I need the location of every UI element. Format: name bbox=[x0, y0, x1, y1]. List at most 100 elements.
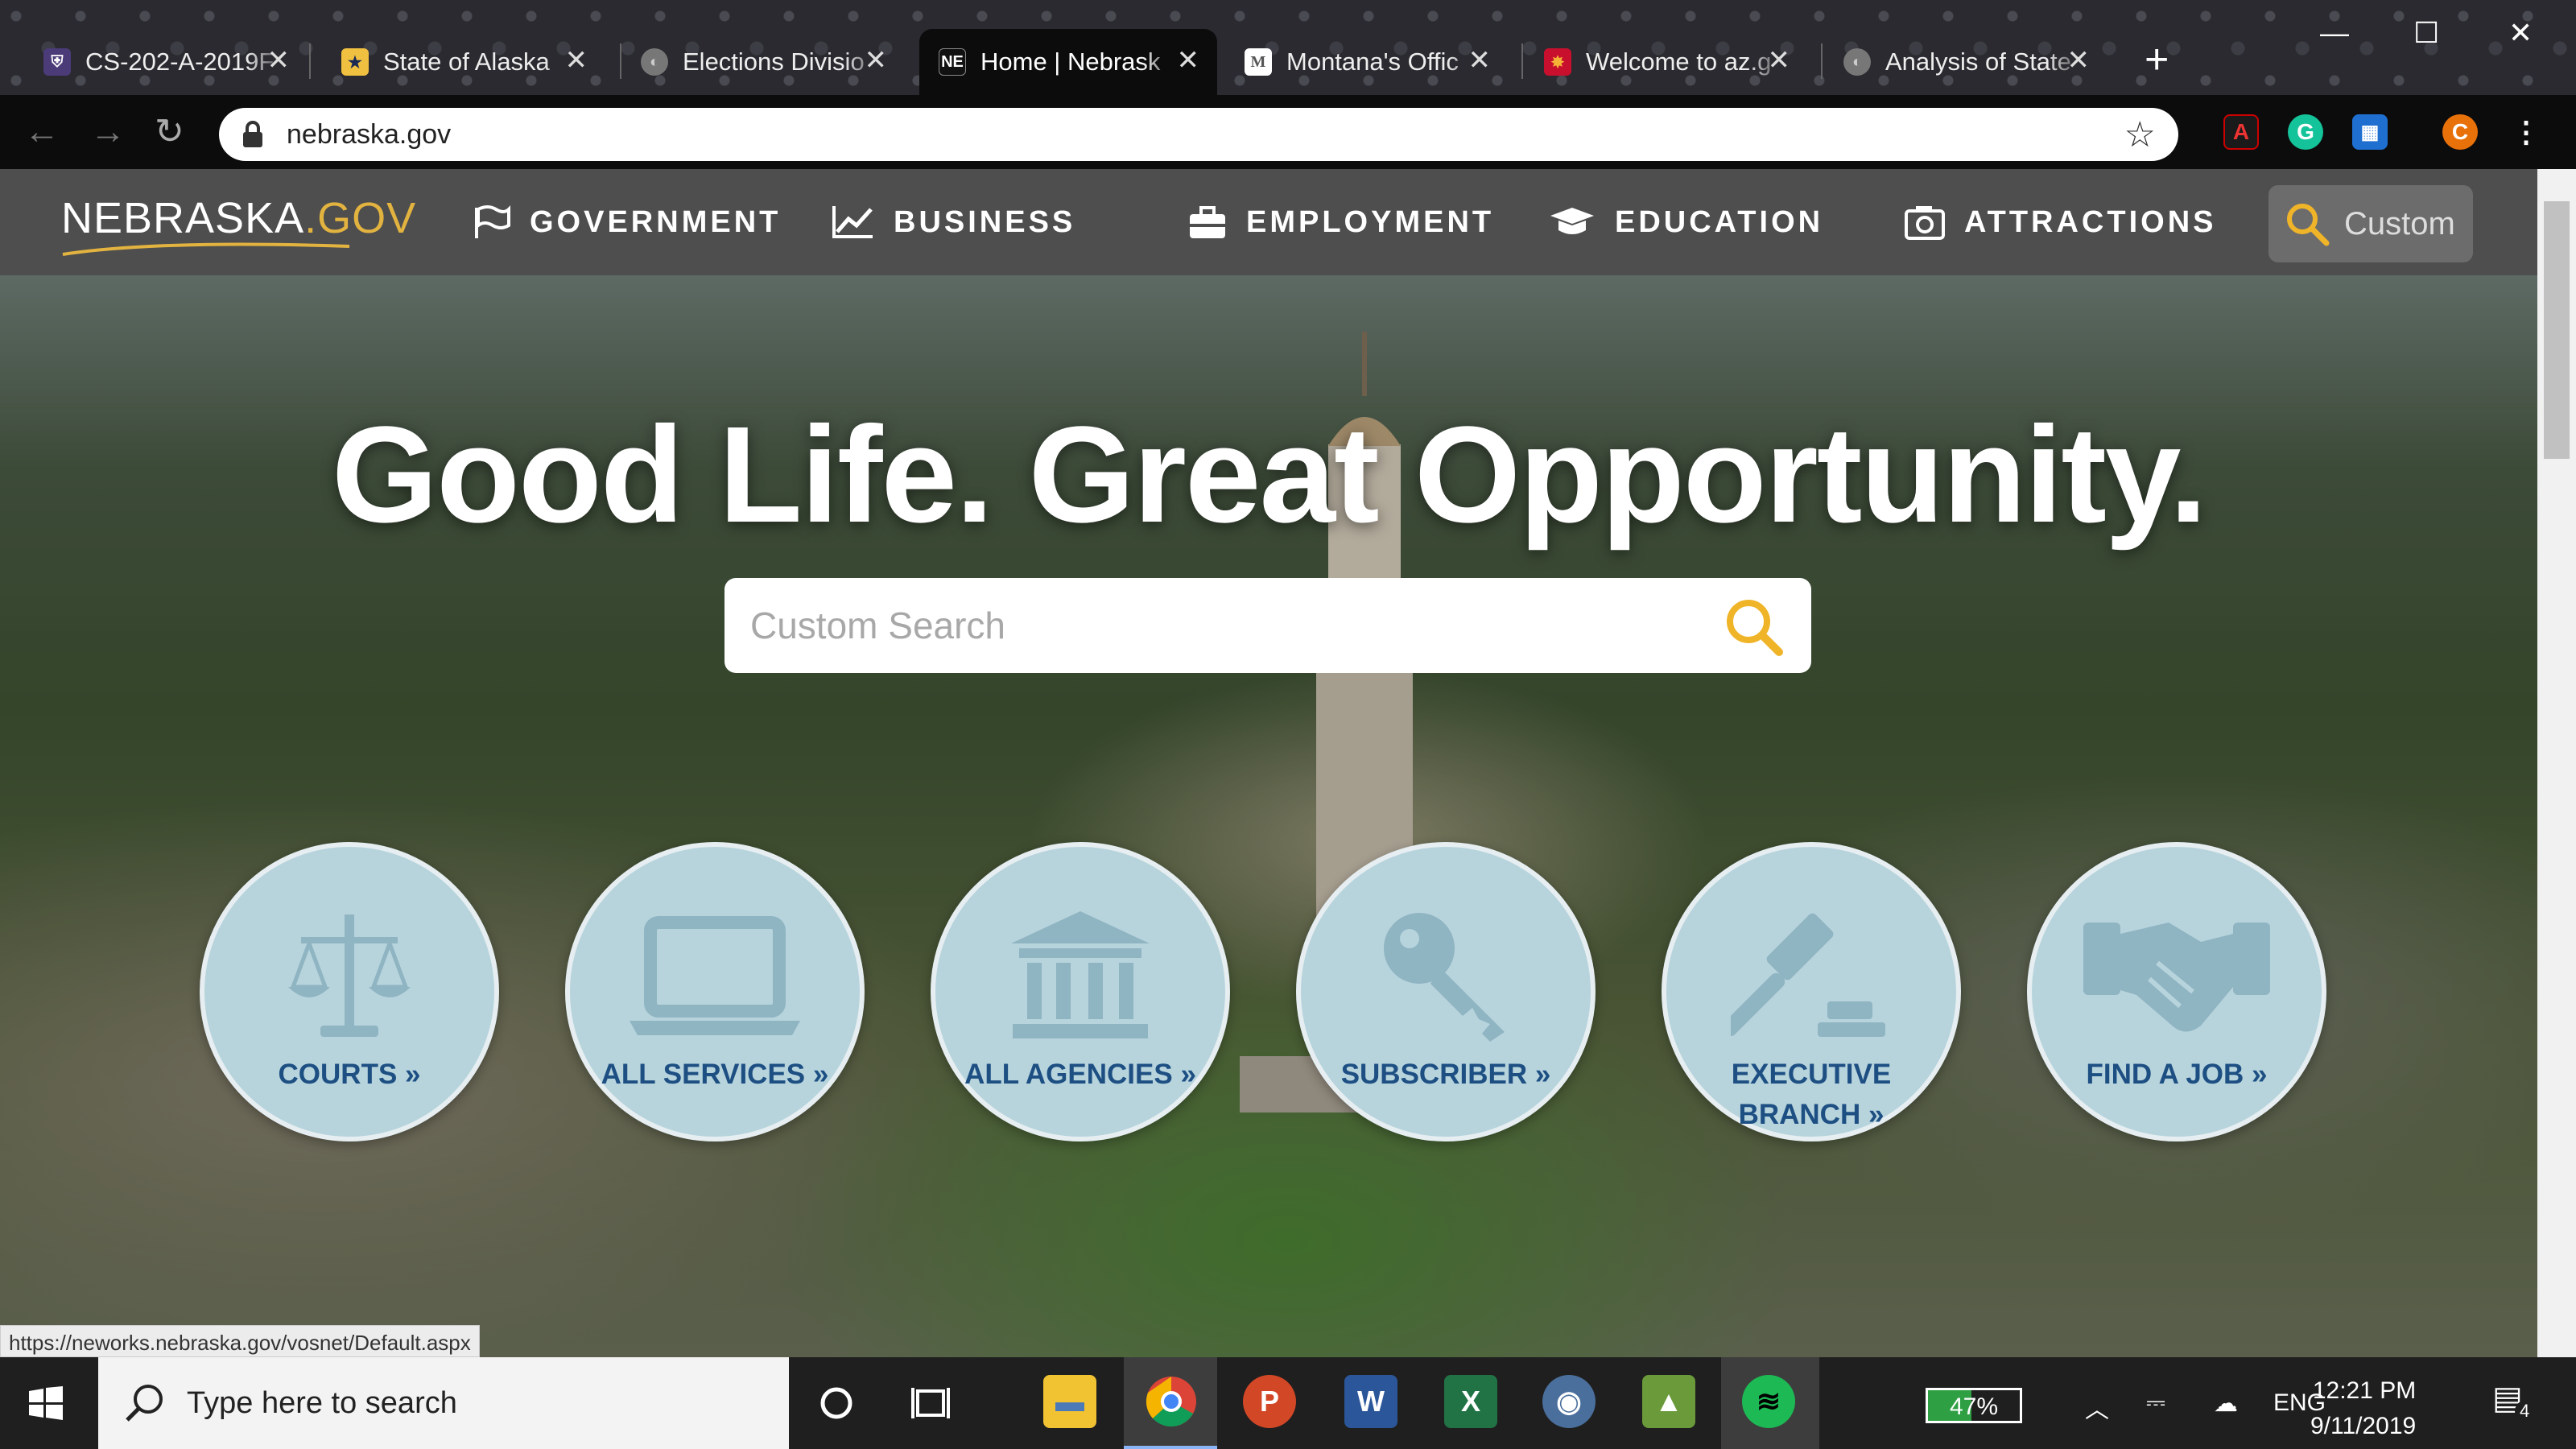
camera-icon bbox=[1905, 206, 1945, 240]
scrollbar-thumb[interactable] bbox=[2544, 201, 2570, 459]
file-explorer-icon[interactable]: ▬ bbox=[1043, 1375, 1096, 1428]
profile-avatar[interactable]: C bbox=[2442, 114, 2478, 150]
word-icon[interactable]: W bbox=[1344, 1375, 1397, 1428]
hero-banner: Good Life. Great Opportunity. COURTS » bbox=[0, 275, 2537, 1357]
excel-icon[interactable]: X bbox=[1444, 1375, 1497, 1428]
browser-tab[interactable]: ★ State of Alaska ✕ bbox=[322, 29, 605, 95]
power-icon[interactable]: ⎓ bbox=[2146, 1389, 2165, 1417]
browser-tab[interactable]: ◐ Elections Divisio ✕ bbox=[621, 29, 905, 95]
bookmark-star-icon[interactable]: ☆ bbox=[2124, 114, 2156, 155]
tab-divider bbox=[1821, 43, 1823, 79]
globe-icon: ◐ bbox=[1843, 48, 1871, 76]
nav-label: BUSINESS bbox=[894, 204, 1076, 239]
nav-business[interactable]: BUSINESS bbox=[831, 204, 1075, 240]
flag-icon bbox=[475, 205, 510, 238]
site-logo[interactable]: NEBRASKA.GOV bbox=[61, 193, 416, 243]
windows-start-icon[interactable] bbox=[29, 1386, 63, 1420]
image-app-icon[interactable]: ▲ bbox=[1642, 1375, 1695, 1428]
nav-label: ATTRACTIONS bbox=[1964, 204, 2217, 239]
site-header: NEBRASKA.GOV GOVERNMENT BUSINESS EMPLOYM… bbox=[0, 169, 2537, 275]
close-icon[interactable]: ✕ bbox=[865, 47, 888, 74]
arizona-icon: ✸ bbox=[1544, 48, 1571, 76]
battery-percent: 47% bbox=[1949, 1393, 1999, 1420]
maximize-window-button[interactable]: ☐ bbox=[2413, 16, 2439, 50]
quicklink-label: EXECUTIVE BRANCH » bbox=[1731, 1059, 1892, 1130]
system-clock[interactable]: 12:21 PM 9/11/2019 bbox=[2310, 1373, 2416, 1444]
chrome-icon[interactable] bbox=[1145, 1375, 1198, 1428]
pdf-extension-icon[interactable]: A bbox=[2223, 114, 2259, 150]
taskbar-search-box[interactable]: Type here to search bbox=[98, 1357, 789, 1449]
tab-title: Analysis of State bbox=[1885, 47, 2071, 76]
taskbar-search-placeholder: Type here to search bbox=[187, 1386, 457, 1420]
quicklink-subscriber[interactable]: SUBSCRIBER » bbox=[1296, 842, 1596, 1141]
minimize-window-button[interactable]: — bbox=[2320, 16, 2349, 50]
browser-tab[interactable]: M Montana's Offic ✕ bbox=[1225, 29, 1509, 95]
battery-indicator[interactable]: 47% bbox=[1926, 1388, 2022, 1423]
quicklink-all-services[interactable]: ALL SERVICES » bbox=[565, 842, 865, 1141]
laptop-icon bbox=[630, 916, 800, 1035]
lock-icon bbox=[243, 121, 262, 147]
browser-tab[interactable]: ✸ Welcome to az.g ✕ bbox=[1525, 29, 1808, 95]
tab-title: State of Alaska bbox=[383, 47, 550, 76]
close-icon[interactable]: ✕ bbox=[1768, 47, 1791, 74]
new-tab-button[interactable]: + bbox=[2145, 35, 2169, 84]
forward-button[interactable]: → bbox=[90, 113, 126, 151]
tab-divider bbox=[1521, 43, 1523, 79]
quicklink-courts[interactable]: COURTS » bbox=[200, 842, 499, 1141]
powerpoint-icon[interactable]: P bbox=[1243, 1375, 1296, 1428]
quicklink-find-a-job[interactable]: FIND A JOB » bbox=[2027, 842, 2326, 1141]
search-icon bbox=[2287, 204, 2330, 246]
nav-label: EDUCATION bbox=[1615, 204, 1824, 239]
notifications-icon[interactable]: ▤ 4 bbox=[2492, 1380, 2535, 1422]
nav-employment[interactable]: EMPLOYMENT bbox=[1188, 204, 1494, 240]
key-icon bbox=[1384, 913, 1505, 1042]
app-icon[interactable]: ◉ bbox=[1542, 1375, 1596, 1428]
tab-title: Elections Divisio bbox=[683, 47, 865, 76]
back-button[interactable]: ← bbox=[24, 113, 60, 151]
tray-chevron-icon[interactable]: ︿ bbox=[2085, 1389, 2109, 1425]
nav-government[interactable]: GOVERNMENT bbox=[472, 204, 781, 240]
spotify-icon[interactable]: ≋ bbox=[1742, 1375, 1795, 1428]
browser-tab-active[interactable]: NE Home | Nebrask ✕ bbox=[919, 29, 1217, 95]
search-icon[interactable] bbox=[1721, 594, 1785, 658]
quicklink-all-agencies[interactable]: ALL AGENCIES » bbox=[931, 842, 1230, 1141]
globe-icon: ◐ bbox=[641, 48, 668, 76]
address-bar[interactable]: nebraska.gov ☆ bbox=[219, 108, 2178, 161]
quicklink-executive-branch[interactable]: EXECUTIVE BRANCH » bbox=[1662, 842, 1961, 1141]
nav-attractions[interactable]: ATTRACTIONS bbox=[1905, 204, 2217, 240]
quicklink-label: SUBSCRIBER » bbox=[1340, 1059, 1551, 1090]
menu-dots-icon[interactable]: ⋮ bbox=[2508, 114, 2544, 150]
search-icon bbox=[126, 1385, 163, 1422]
hero-search-input[interactable] bbox=[749, 597, 1634, 654]
close-icon[interactable]: ✕ bbox=[2067, 47, 2091, 74]
tab-title: Montana's Offic bbox=[1286, 47, 1459, 76]
browser-tab[interactable]: ◐ Analysis of State ✕ bbox=[1824, 29, 2107, 95]
close-icon[interactable]: ✕ bbox=[565, 47, 588, 74]
scales-icon bbox=[288, 914, 411, 1037]
page-scrollbar[interactable] bbox=[2537, 169, 2576, 1357]
nav-education[interactable]: EDUCATION bbox=[1549, 204, 1823, 240]
graduation-cap-icon bbox=[1550, 208, 1594, 234]
tab-title: Welcome to az.g bbox=[1586, 47, 1772, 76]
grammarly-icon[interactable]: G bbox=[2288, 114, 2323, 150]
gavel-icon bbox=[1731, 913, 1885, 1037]
reload-button[interactable]: ↻ bbox=[155, 113, 184, 151]
network-icon[interactable]: ☁ bbox=[2214, 1389, 2238, 1418]
apps-grid-icon[interactable]: ▦ bbox=[2352, 114, 2388, 150]
quicklink-label: COURTS » bbox=[278, 1059, 421, 1090]
close-icon[interactable]: ✕ bbox=[1468, 47, 1492, 74]
quicklink-label: ALL AGENCIES » bbox=[964, 1059, 1196, 1090]
close-window-button[interactable]: ✕ bbox=[2508, 16, 2533, 50]
clock-date: 9/11/2019 bbox=[2310, 1413, 2417, 1439]
close-icon[interactable]: ✕ bbox=[267, 47, 291, 74]
tab-title: Home | Nebrask bbox=[980, 47, 1161, 76]
task-view-icon[interactable] bbox=[911, 1385, 950, 1422]
url-text: nebraska.gov bbox=[287, 119, 452, 150]
clock-time: 12:21 PM bbox=[2312, 1377, 2417, 1404]
header-search-button[interactable]: Custom bbox=[2268, 185, 2473, 262]
tab-divider bbox=[309, 43, 311, 79]
cortana-icon[interactable] bbox=[818, 1385, 855, 1422]
browser-tab-strip: ⛨ CS-202-A-2019F ✕ ★ State of Alaska ✕ ◐… bbox=[0, 0, 2576, 95]
close-icon[interactable]: ✕ bbox=[1177, 47, 1200, 74]
browser-tab[interactable]: ⛨ CS-202-A-2019F ✕ bbox=[24, 29, 308, 95]
